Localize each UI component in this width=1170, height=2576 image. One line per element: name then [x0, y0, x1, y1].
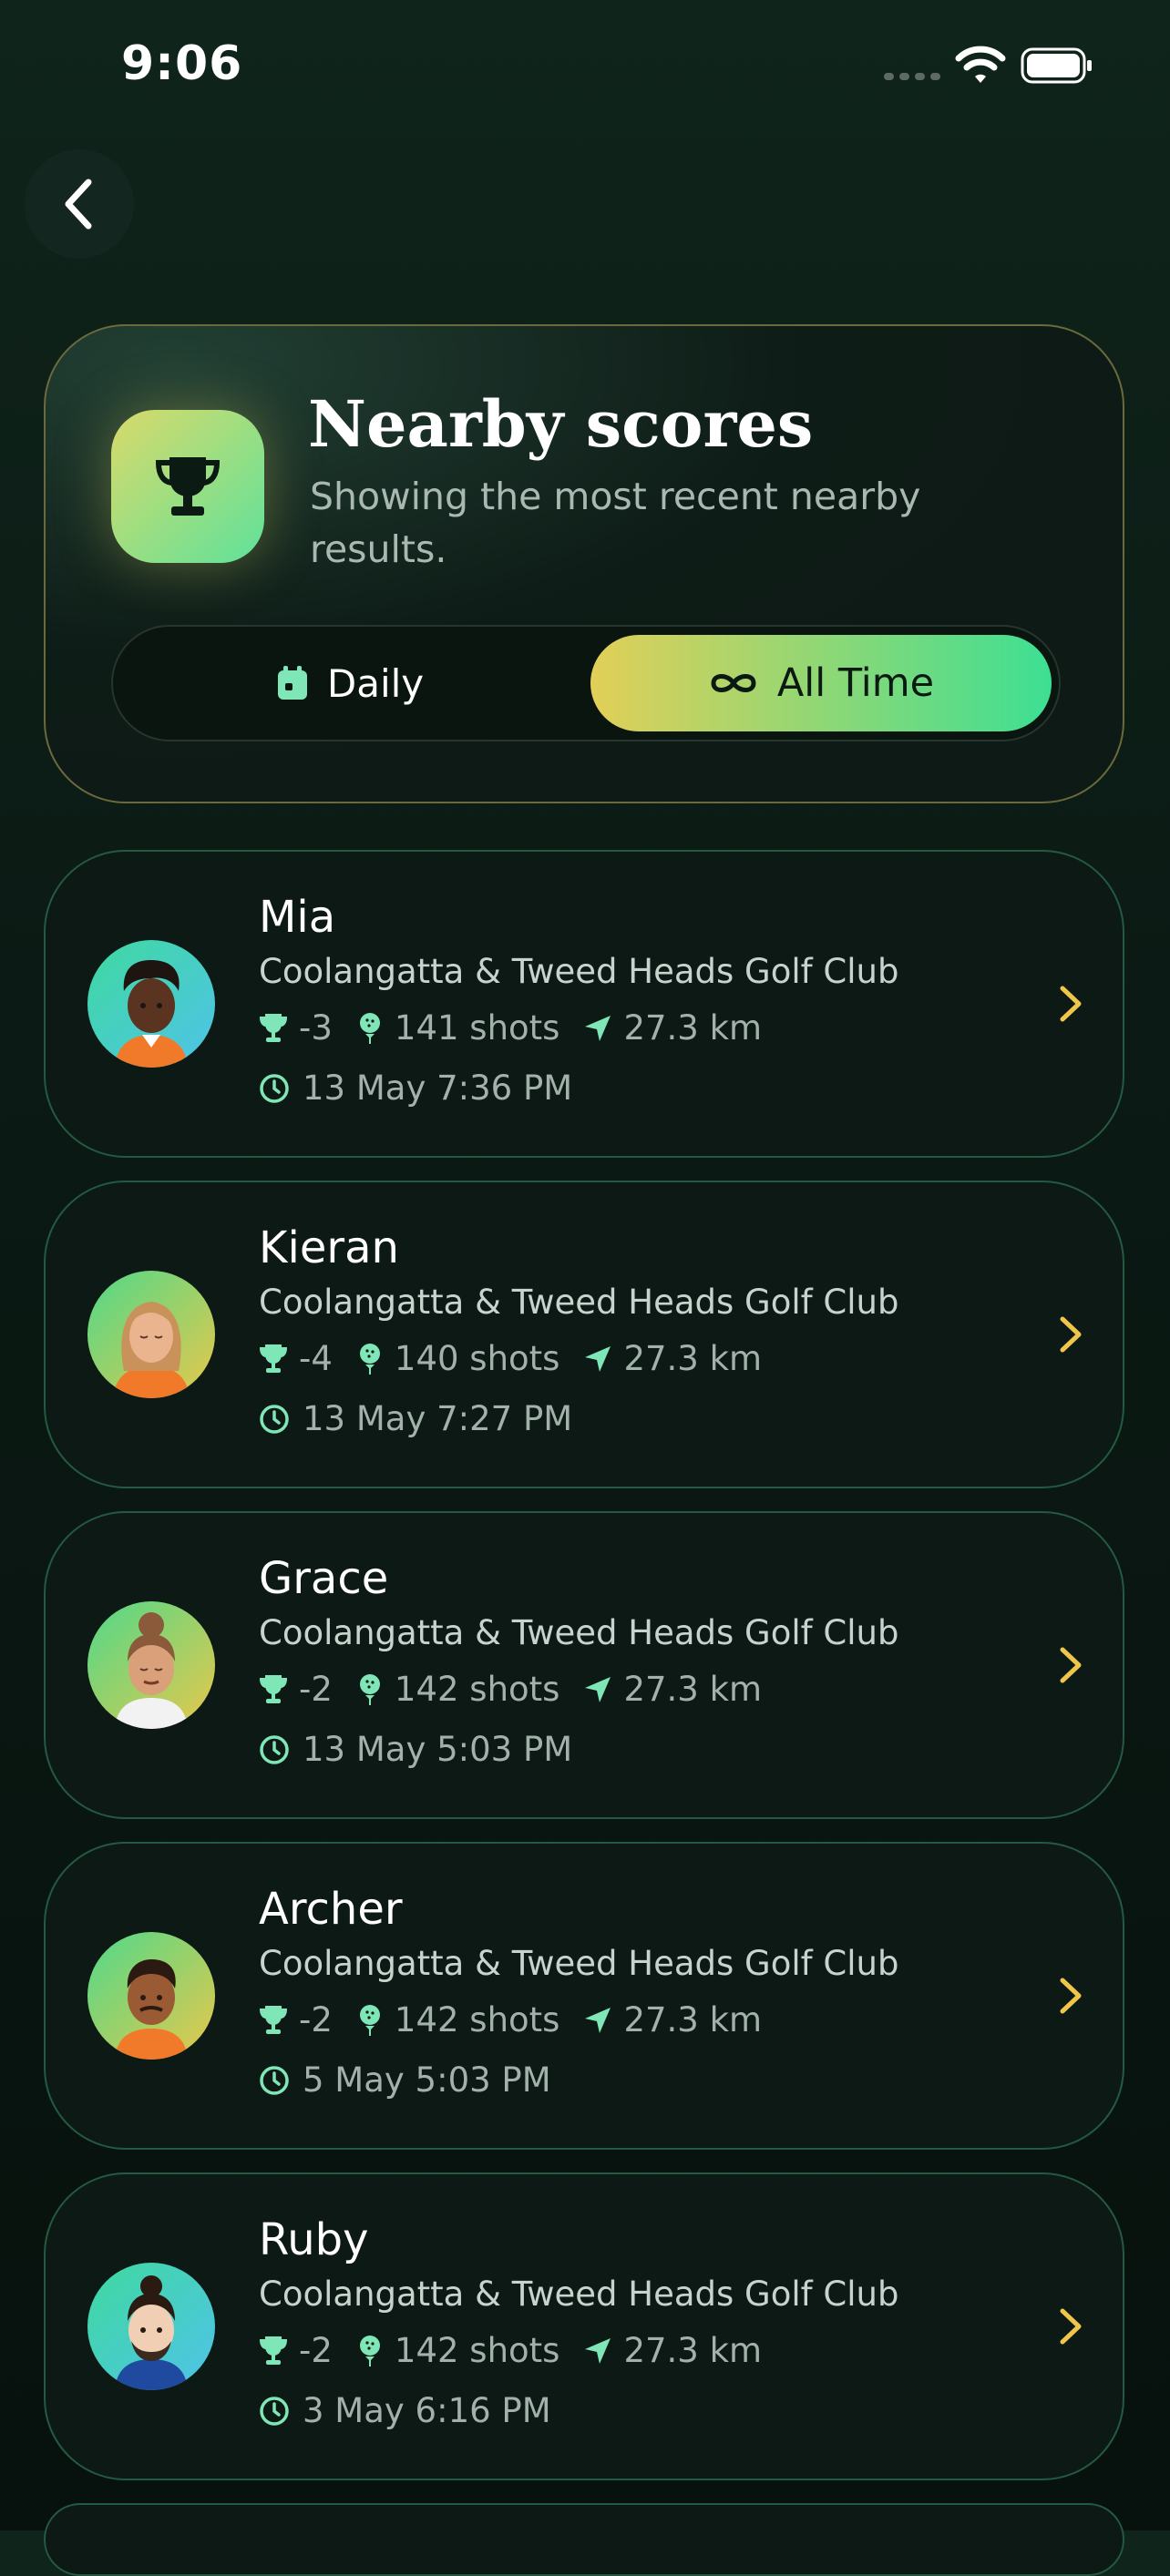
distance-value: 27.3 km	[623, 2331, 763, 2370]
trophy-icon	[259, 2336, 288, 2365]
score-value: -2	[299, 2000, 333, 2039]
period-toggle: Daily All Time	[111, 625, 1061, 741]
wifi-icon	[955, 46, 1006, 83]
trophy-badge	[111, 410, 264, 563]
avatar	[87, 1601, 215, 1729]
chevron-right-icon	[1060, 1978, 1082, 2014]
clock-icon	[260, 1073, 289, 1103]
location-arrow-icon	[585, 1345, 611, 1372]
page-subtitle: Showing the most recent nearby results.	[310, 475, 921, 571]
distance-value: 27.3 km	[623, 1339, 763, 1378]
date-time: 5 May 5:03 PM	[303, 2060, 551, 2100]
stats-row: -2 142 shots 27.3 km	[259, 1670, 785, 1709]
calendar-icon	[277, 666, 307, 700]
stats-row: -3 141 shots 27.3 km	[259, 1008, 785, 1048]
tab-all-time-label: All Time	[776, 660, 935, 706]
date-time: 13 May 5:03 PM	[303, 1730, 573, 1769]
avatar	[87, 940, 215, 1068]
stats-row: -2 142 shots 27.3 km	[259, 2331, 785, 2370]
date-row: 13 May 7:27 PM	[259, 1399, 572, 1438]
stats-row: -4 140 shots 27.3 km	[259, 1339, 785, 1378]
trophy-icon	[155, 457, 221, 516]
tab-daily[interactable]: Daily	[113, 627, 587, 740]
date-time: 13 May 7:36 PM	[303, 1068, 573, 1108]
distance-value: 27.3 km	[623, 1008, 763, 1048]
score-card[interactable]: Ruby Coolangatta & Tweed Heads Golf Club…	[44, 2172, 1124, 2480]
date-row: 13 May 7:36 PM	[259, 1068, 572, 1108]
golf-ball-tee-icon	[359, 2004, 380, 2036]
club-name: Coolangatta & Tweed Heads Golf Club	[259, 952, 899, 991]
status-bar: 9:06	[0, 0, 1170, 137]
location-arrow-icon	[585, 2007, 611, 2033]
chevron-right-icon	[1060, 1316, 1082, 1353]
club-name: Coolangatta & Tweed Heads Golf Club	[259, 1283, 899, 1322]
location-arrow-icon	[585, 1015, 611, 1041]
score-card[interactable]: Mia Coolangatta & Tweed Heads Golf Club …	[44, 850, 1124, 1158]
club-name: Coolangatta & Tweed Heads Golf Club	[259, 1613, 899, 1652]
location-arrow-icon	[585, 2337, 611, 2364]
clock-icon	[260, 2396, 289, 2426]
trophy-icon	[259, 2005, 288, 2034]
chevron-right-icon	[1060, 1647, 1082, 1683]
clock-icon	[260, 1734, 289, 1764]
shots-count: 141 shots	[394, 1008, 560, 1048]
golf-ball-tee-icon	[359, 2335, 380, 2366]
battery-icon	[1021, 47, 1092, 84]
player-name: Kieran	[259, 1222, 399, 1273]
cellular-signal-icon	[884, 73, 940, 80]
club-name: Coolangatta & Tweed Heads Golf Club	[259, 2274, 899, 2314]
player-name: Grace	[259, 1553, 389, 1604]
tab-daily-label: Daily	[326, 660, 425, 706]
score-card-partial[interactable]	[44, 2503, 1124, 2576]
score-value: -3	[299, 1008, 333, 1048]
golf-ball-tee-icon	[359, 1343, 380, 1375]
page-title: Nearby scores	[308, 386, 814, 462]
player-name: Archer	[259, 1884, 403, 1935]
score-value: -2	[299, 1670, 333, 1709]
back-button[interactable]	[25, 149, 134, 259]
shots-count: 142 shots	[394, 2000, 560, 2039]
score-card[interactable]: Archer Coolangatta & Tweed Heads Golf Cl…	[44, 1842, 1124, 2150]
avatar	[87, 1271, 215, 1398]
club-name: Coolangatta & Tweed Heads Golf Club	[259, 1944, 899, 1983]
avatar	[87, 2263, 215, 2390]
trophy-icon	[259, 1344, 288, 1373]
stats-row: -2 142 shots 27.3 km	[259, 2000, 785, 2039]
clock-icon	[260, 1404, 289, 1434]
chevron-left-icon	[65, 179, 92, 230]
status-time: 9:06	[121, 36, 243, 91]
player-name: Ruby	[259, 2214, 369, 2265]
player-name: Mia	[259, 892, 336, 943]
distance-value: 27.3 km	[623, 1670, 763, 1709]
nearby-scores-header-card: Nearby scores Showing the most recent ne…	[44, 324, 1124, 803]
shots-count: 142 shots	[394, 1670, 560, 1709]
golf-ball-tee-icon	[359, 1012, 380, 1044]
distance-value: 27.3 km	[623, 2000, 763, 2039]
trophy-icon	[259, 1013, 288, 1042]
score-card[interactable]: Kieran Coolangatta & Tweed Heads Golf Cl…	[44, 1181, 1124, 1488]
date-time: 13 May 7:27 PM	[303, 1399, 573, 1438]
chevron-right-icon	[1060, 2308, 1082, 2345]
avatar	[87, 1932, 215, 2060]
shots-count: 142 shots	[394, 2331, 560, 2370]
date-time: 3 May 6:16 PM	[303, 2391, 551, 2430]
score-value: -4	[299, 1339, 333, 1378]
score-card[interactable]: Grace Coolangatta & Tweed Heads Golf Clu…	[44, 1511, 1124, 1819]
score-value: -2	[299, 2331, 333, 2370]
tab-all-time[interactable]: All Time	[590, 635, 1052, 731]
date-row: 5 May 5:03 PM	[259, 2060, 551, 2100]
golf-ball-tee-icon	[359, 1673, 380, 1705]
trophy-icon	[259, 1674, 288, 1703]
date-row: 13 May 5:03 PM	[259, 1730, 572, 1769]
infinity-icon	[711, 674, 756, 692]
location-arrow-icon	[585, 1676, 611, 1702]
date-row: 3 May 6:16 PM	[259, 2391, 551, 2430]
shots-count: 140 shots	[394, 1339, 560, 1378]
chevron-right-icon	[1060, 986, 1082, 1022]
clock-icon	[260, 2065, 289, 2095]
